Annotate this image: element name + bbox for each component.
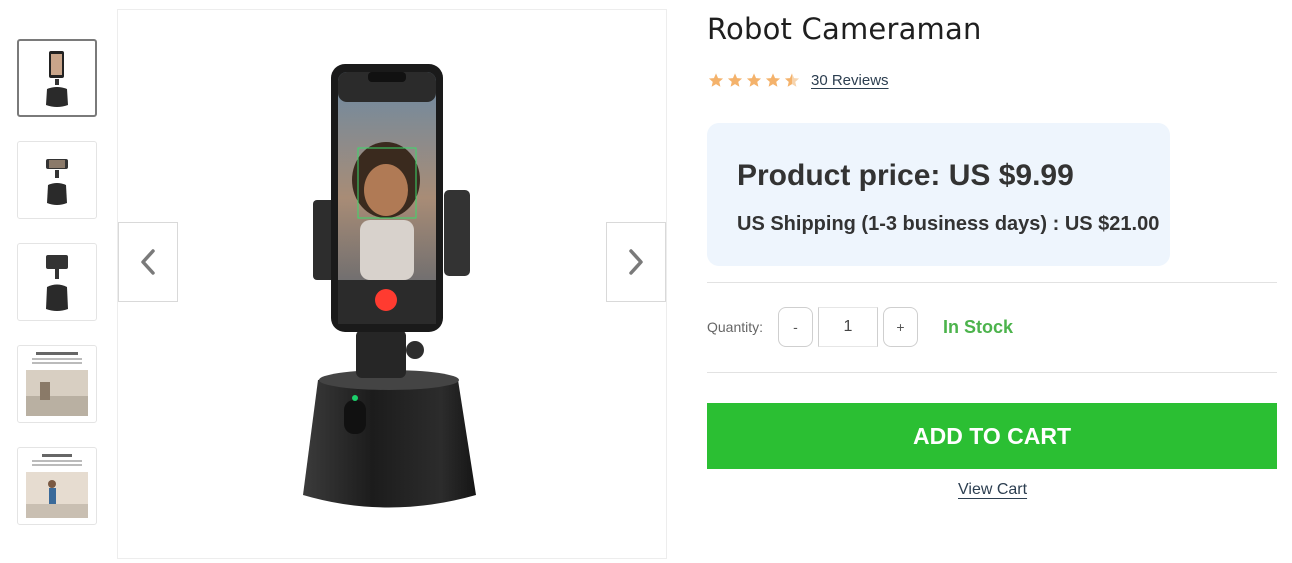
- chevron-right-icon: [629, 249, 643, 275]
- star-rating: [707, 72, 801, 89]
- add-to-cart-button[interactable]: ADD TO CART: [707, 403, 1277, 469]
- stock-status: In Stock: [943, 317, 1014, 337]
- product-thumbnail-image: [26, 454, 88, 518]
- thumbnail-object-tracking[interactable]: [17, 345, 97, 423]
- star-full-icon: [727, 73, 743, 87]
- thumbnail-back-view[interactable]: [17, 243, 97, 321]
- product-price: Product price: US $9.99: [737, 159, 1074, 192]
- product-thumbnail-image: [46, 159, 68, 205]
- thumbnail-facial-detection[interactable]: [17, 447, 97, 525]
- previous-image-button[interactable]: [118, 222, 178, 302]
- divider: [707, 282, 1277, 283]
- product-thumbnail-image: [46, 51, 68, 107]
- next-image-button[interactable]: [606, 222, 666, 302]
- product-rating: 30 Reviews: [707, 72, 889, 89]
- thumbnail-front-view[interactable]: [17, 39, 97, 117]
- divider: [707, 372, 1277, 373]
- shipping-price: US Shipping (1-3 business days) : US $21…: [737, 213, 1160, 235]
- star-half-icon: [784, 73, 800, 87]
- quantity-label: Quantity:: [707, 319, 764, 335]
- product-image-gallery: [117, 9, 667, 559]
- reviews-link[interactable]: 30 Reviews: [811, 72, 889, 89]
- star-full-icon: [708, 73, 724, 87]
- quantity-decrease-button[interactable]: -: [778, 307, 813, 347]
- quantity-increase-button[interactable]: +: [883, 307, 918, 347]
- star-full-icon: [746, 73, 762, 87]
- chevron-left-icon: [141, 249, 155, 275]
- product-main-image: [303, 64, 476, 508]
- product-thumbnail-image: [26, 352, 88, 416]
- product-title: Robot Cameraman: [707, 12, 982, 46]
- star-full-icon: [765, 73, 781, 87]
- price-box: Product price: US $9.99 US Shipping (1-3…: [707, 123, 1170, 266]
- view-cart-link[interactable]: View Cart: [958, 481, 1027, 499]
- product-thumbnail-image: [46, 255, 68, 311]
- quantity-input[interactable]: [818, 307, 878, 347]
- thumbnail-side-view[interactable]: [17, 141, 97, 219]
